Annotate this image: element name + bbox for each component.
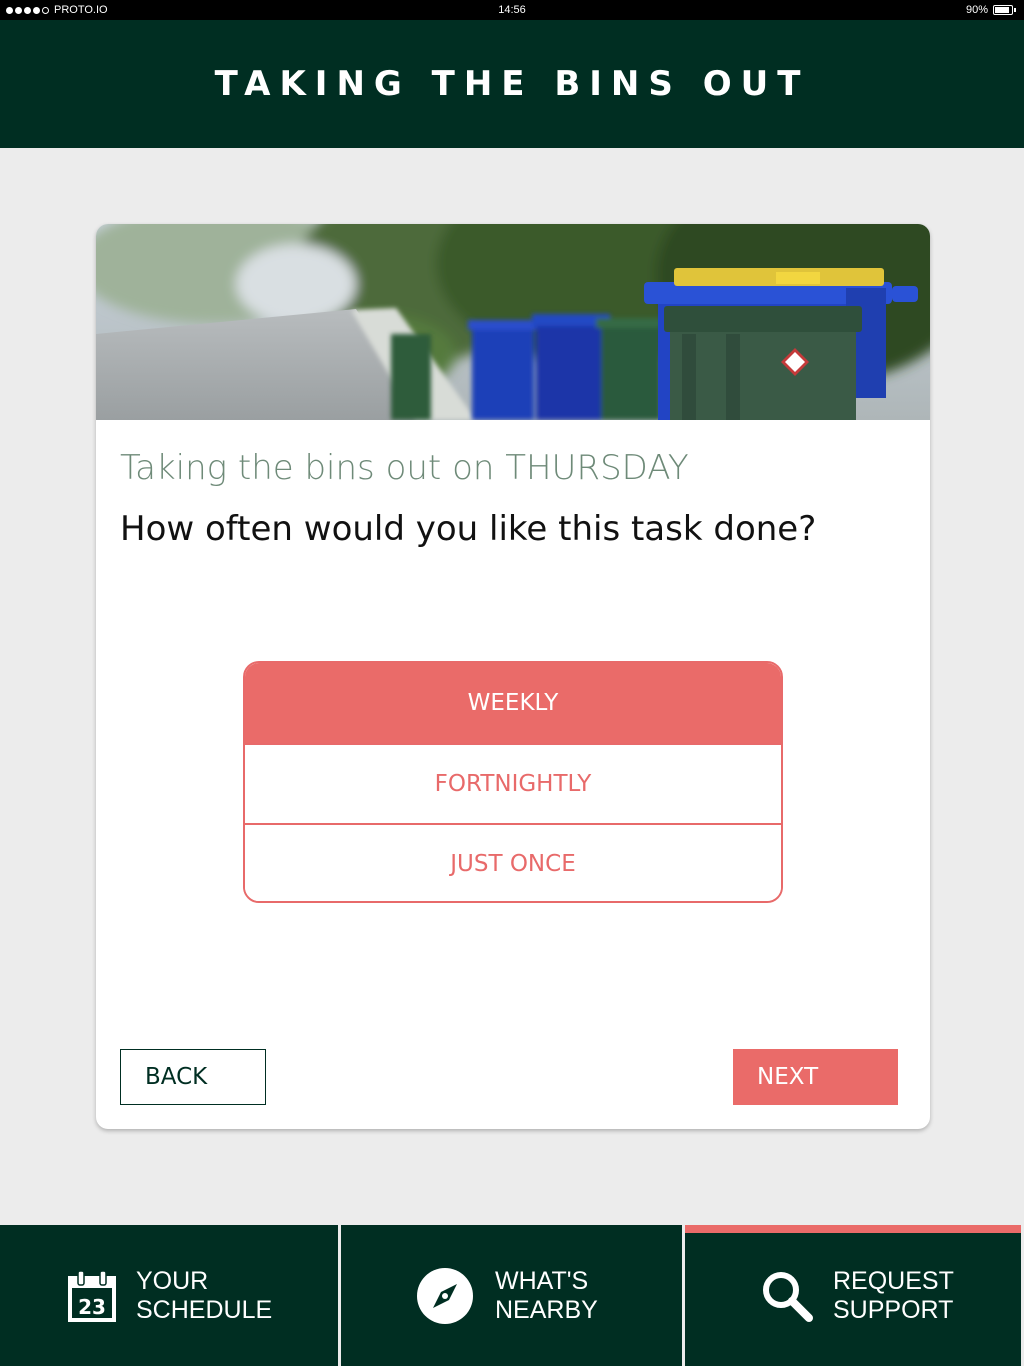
option-weekly[interactable]: WEEKLY [245, 663, 781, 743]
tab-label: YOUR SCHEDULE [136, 1266, 273, 1324]
bins-photo [96, 224, 930, 420]
frequency-options: WEEKLY FORTNIGHTLY JUST ONCE [243, 661, 783, 903]
compass-icon [415, 1266, 475, 1326]
task-card: Taking the bins out on THURSDAY How ofte… [96, 224, 930, 1129]
tab-request-support[interactable]: REQUEST SUPPORT [685, 1225, 1021, 1366]
tab-your-schedule[interactable]: 23 YOUR SCHEDULE [0, 1225, 338, 1366]
option-label: JUST ONCE [450, 851, 576, 877]
active-tab-indicator [685, 1225, 1021, 1233]
calendar-icon: 23 [66, 1266, 118, 1326]
task-line: Taking the bins out on THURSDAY [120, 448, 689, 488]
tab-label: REQUEST SUPPORT [833, 1266, 954, 1324]
option-label: WEEKLY [467, 690, 559, 716]
bottom-tab-bar: 23 YOUR SCHEDULE WHAT'S NEARBY REQUEST SUPP… [0, 1225, 1024, 1366]
option-label: FORTNIGHTLY [434, 771, 592, 797]
app-header: TAKING THE BINS OUT [0, 20, 1024, 148]
next-button[interactable]: NEXT [733, 1049, 898, 1105]
status-time: 14:56 [498, 4, 526, 16]
frequency-question: How often would you like this task done? [120, 509, 817, 549]
status-bar: PROTO.IO 14:56 90% [0, 0, 1024, 20]
battery-percent: 90% [965, 4, 988, 16]
battery-icon [993, 5, 1013, 15]
calendar-day: 23 [78, 1295, 106, 1319]
battery-tip [1014, 8, 1016, 12]
search-icon [757, 1266, 817, 1326]
option-fortnightly[interactable]: FORTNIGHTLY [245, 743, 781, 823]
battery-indicator: 90% [966, 4, 1016, 16]
page-title: TAKING THE BINS OUT [214, 64, 810, 104]
tab-label: WHAT'S NEARBY [495, 1266, 598, 1324]
back-button[interactable]: BACK [120, 1049, 266, 1105]
option-just-once[interactable]: JUST ONCE [245, 823, 781, 901]
tab-whats-nearby[interactable]: WHAT'S NEARBY [341, 1225, 682, 1366]
